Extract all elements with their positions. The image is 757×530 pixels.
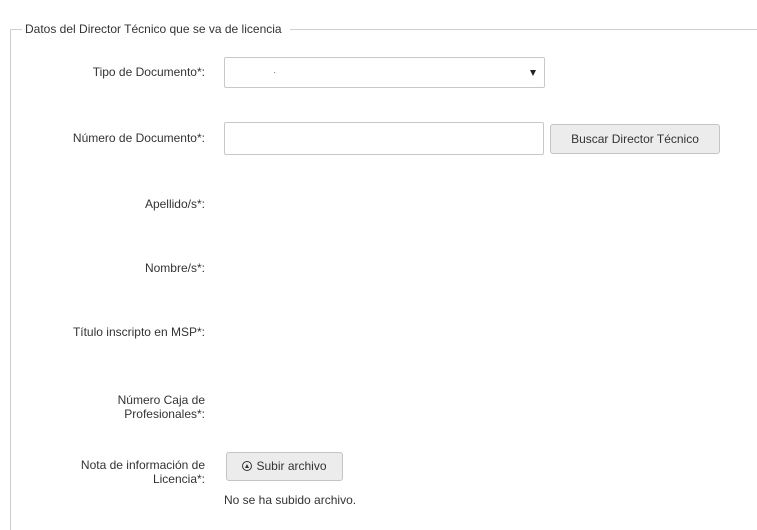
upload-circle-icon xyxy=(242,461,253,471)
nota-licencia-label-line2: Licencia*: xyxy=(152,472,205,486)
nombres-label: Nombre/s*: xyxy=(144,261,205,275)
tipo-documento-select[interactable]: · xyxy=(224,57,545,88)
upload-status-text: No se ha subido archivo. xyxy=(224,493,357,507)
caja-profesionales-label-line1: Número Caja de xyxy=(117,393,205,407)
nota-licencia-label-line1: Nota de información de xyxy=(80,458,205,472)
numero-documento-label: Número de Documento*: xyxy=(72,131,205,145)
subir-archivo-label: Subir archivo xyxy=(256,459,327,473)
titulo-label: Título inscripto en MSP*: xyxy=(72,325,205,339)
apellidos-label: Apellido/s*: xyxy=(144,197,205,211)
buscar-director-button[interactable]: Buscar Director Técnico xyxy=(550,124,720,154)
nota-licencia-label: Nota de información de Licencia*: xyxy=(25,458,205,486)
numero-documento-input[interactable] xyxy=(224,122,544,155)
tipo-documento-selected-value: · xyxy=(273,67,277,78)
chevron-down-icon xyxy=(530,70,536,76)
director-fieldset xyxy=(10,29,757,530)
fieldset-legend: Datos del Director Técnico que se va de … xyxy=(22,21,290,37)
tipo-documento-label: Tipo de Documento*: xyxy=(92,65,205,79)
caja-profesionales-label: Número Caja de Profesionales*: xyxy=(25,393,205,421)
caja-profesionales-label-line2: Profesionales*: xyxy=(124,407,205,421)
subir-archivo-button[interactable]: Subir archivo xyxy=(226,452,343,481)
